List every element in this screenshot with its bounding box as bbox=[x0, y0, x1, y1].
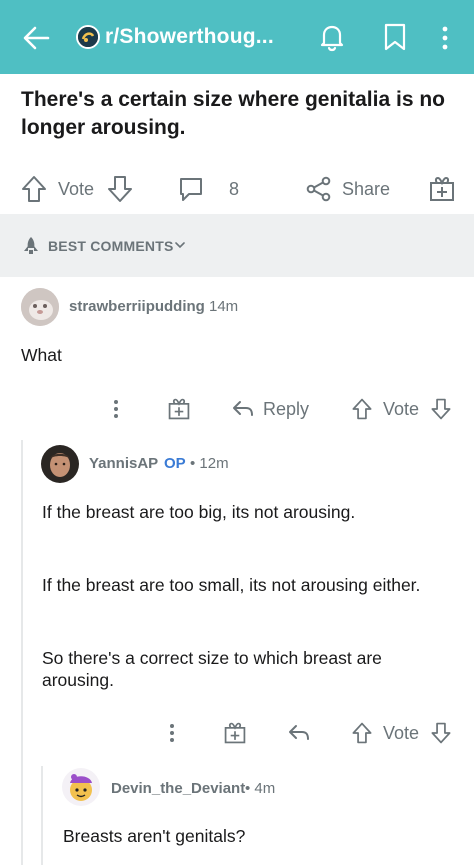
reply-arrow-icon bbox=[233, 401, 253, 416]
upvote-arrow-icon bbox=[352, 398, 372, 420]
award-button[interactable] bbox=[428, 168, 456, 210]
subreddit-avatar[interactable] bbox=[76, 25, 100, 49]
post-title: There's a certain size where genitalia i… bbox=[21, 88, 445, 139]
comment-paragraph: If the breast are too small, its not aro… bbox=[42, 575, 421, 595]
subreddit-name[interactable]: r/Showerthoug... bbox=[105, 25, 274, 49]
comment-action-row: Vote bbox=[0, 718, 474, 748]
post-downvote-button[interactable] bbox=[106, 168, 134, 210]
bookmark-icon[interactable] bbox=[384, 23, 406, 51]
upvote-arrow-icon bbox=[22, 176, 46, 202]
comment-sort-bar[interactable]: BEST COMMENTS bbox=[0, 214, 474, 277]
comment-username[interactable]: Devin_the_Deviant bbox=[111, 780, 245, 797]
post-vote-label: Vote bbox=[58, 178, 95, 199]
comment-username[interactable]: YannisAP bbox=[89, 455, 158, 472]
more-vertical-icon bbox=[170, 724, 174, 742]
upvote-arrow-icon bbox=[352, 722, 372, 744]
comment-paragraph: So there's a correct size to which breas… bbox=[42, 648, 382, 690]
thread-indent-line[interactable] bbox=[21, 440, 23, 865]
comment-bubble-icon bbox=[180, 178, 202, 201]
comment-paragraph: If the breast are too big, its not arous… bbox=[42, 502, 356, 522]
more-vertical-icon bbox=[114, 400, 118, 418]
post-action-bar: Vote 8 Share bbox=[0, 168, 474, 210]
share-label: Share bbox=[342, 178, 391, 199]
comment-award-button[interactable] bbox=[223, 718, 247, 748]
gift-icon bbox=[168, 398, 190, 420]
gift-icon bbox=[430, 176, 454, 201]
bell-icon[interactable] bbox=[318, 22, 346, 52]
sort-label: BEST COMMENTS bbox=[48, 238, 174, 254]
rocket-icon bbox=[24, 237, 38, 254]
comment-action-row: Reply Vote bbox=[0, 394, 474, 424]
post-upvote-button[interactable] bbox=[20, 168, 48, 210]
comment-count: 8 bbox=[229, 178, 240, 199]
more-options-icon[interactable] bbox=[440, 24, 450, 52]
avatar[interactable] bbox=[21, 288, 59, 326]
reply-arrow-icon bbox=[289, 725, 309, 740]
downvote-arrow-icon bbox=[431, 722, 451, 744]
share-icon bbox=[306, 176, 331, 202]
comment-more-button[interactable] bbox=[166, 718, 178, 748]
comment-upvote-button[interactable] bbox=[351, 718, 373, 748]
share-button[interactable] bbox=[305, 168, 333, 210]
comment-timestamp: 14m bbox=[209, 298, 239, 315]
comments-button[interactable] bbox=[177, 168, 205, 210]
comment-body: What bbox=[21, 345, 62, 365]
avatar[interactable] bbox=[41, 445, 79, 483]
comment-timestamp: • 12m bbox=[190, 455, 229, 472]
gift-icon bbox=[224, 722, 246, 744]
downvote-arrow-icon bbox=[431, 398, 451, 420]
op-badge: OP bbox=[164, 455, 186, 472]
avatar[interactable] bbox=[62, 768, 100, 806]
comment-username[interactable]: strawberriipudding bbox=[69, 298, 205, 315]
back-arrow-icon[interactable] bbox=[22, 24, 50, 52]
reply-button[interactable] bbox=[287, 718, 311, 748]
comment-downvote-button[interactable] bbox=[430, 718, 452, 748]
comment-vote-label: Vote bbox=[383, 398, 420, 419]
chevron-down-icon bbox=[175, 242, 185, 249]
comment-upvote-button[interactable] bbox=[351, 394, 373, 424]
reply-button[interactable]: Reply bbox=[231, 394, 309, 424]
reply-label: Reply bbox=[263, 398, 310, 419]
comment-body: Breasts aren't genitals? bbox=[63, 826, 246, 846]
downvote-arrow-icon bbox=[108, 176, 132, 202]
top-app-bar: r/Showerthoug... bbox=[0, 0, 474, 74]
comment-downvote-button[interactable] bbox=[430, 394, 452, 424]
comment-more-button[interactable] bbox=[110, 394, 122, 424]
comment-award-button[interactable] bbox=[167, 394, 191, 424]
comment-timestamp: • 4m bbox=[245, 780, 276, 797]
thread-indent-line[interactable] bbox=[41, 766, 43, 865]
comment-vote-label: Vote bbox=[383, 722, 420, 743]
